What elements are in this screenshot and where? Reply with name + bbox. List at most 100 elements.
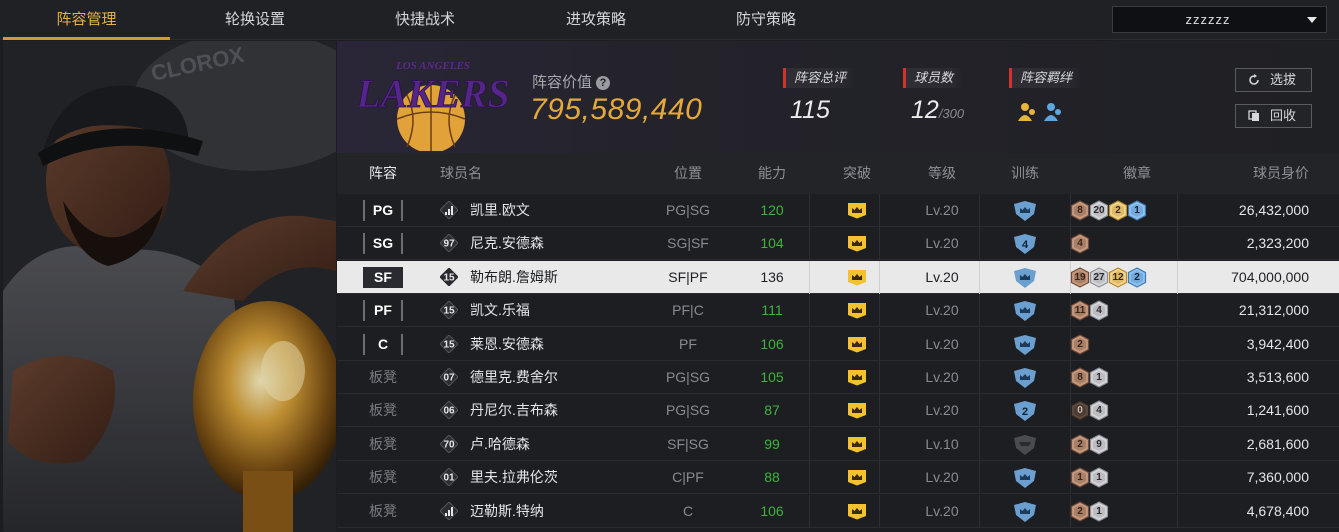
column-divider [879,361,880,394]
breakthrough-crown-icon[interactable] [847,469,867,486]
training-badge-icon[interactable] [1012,334,1038,356]
bench-slot-label[interactable]: 板凳 [363,361,403,394]
bond-icons[interactable] [1015,99,1075,125]
team-select-dropdown[interactable]: zzzzzz [1112,6,1327,33]
badge-silver[interactable]: 27 [1089,267,1109,288]
training-badge-icon[interactable] [1012,467,1038,489]
training-badge-icon[interactable] [1012,367,1038,389]
badge-count: 2 [1077,505,1083,517]
table-row[interactable]: PG 凯里.欧文 PG|SG 120 Lv.20 8 20 2 1 26,432,000 [337,194,1339,227]
tab-lineup[interactable]: 阵容管理 [3,0,170,40]
roster-table: 阵容 球员名 位置 能力 突破 等级 训练 徽章 球员身价 PG 凯里.欧文 PG|… [337,153,1339,532]
player-name[interactable]: 德里克.费舍尔 [470,361,558,394]
badge-gold[interactable]: 2 [1108,200,1128,221]
badge-silver[interactable]: 1 [1089,467,1109,488]
badge-count: 2 [1115,205,1121,216]
badge-silver[interactable]: 1 [1089,500,1109,522]
badge-blue[interactable]: 2 [1127,267,1147,288]
breakthrough-crown-icon[interactable] [847,269,867,286]
training-badge-icon[interactable]: 2 [1012,400,1038,422]
lineup-slot-badge[interactable]: SG [363,233,403,255]
badge-bronze[interactable]: 11 [1070,300,1090,321]
question-icon[interactable]: ? [596,76,611,90]
breakthrough-crown-icon[interactable] [847,235,867,252]
badge-silver[interactable]: 4 [1089,300,1109,321]
badge-bronze[interactable]: 4 [1070,233,1090,255]
training-badge-icon[interactable] [1012,267,1038,289]
tab-rotation[interactable]: 轮换设置 [170,0,340,40]
breakthrough-crown-icon[interactable] [847,436,867,453]
badge-bronze[interactable]: 1 [1070,467,1090,488]
badge-gold[interactable]: 12 [1108,267,1128,288]
badge-blue[interactable]: 1 [1127,200,1147,221]
table-row[interactable]: SG 97 尼克.安德森 SG|SF 104 Lv.20 4 4 2,323,200 [337,227,1339,261]
training-level: 4 [1022,239,1029,251]
breakthrough-crown-icon[interactable] [847,202,867,219]
badge-silver[interactable]: 20 [1089,200,1109,221]
badge-silver[interactable]: 9 [1089,434,1109,455]
copy-icon [1248,110,1259,121]
lineup-value-label: 阵容价值? [532,71,611,92]
player-name[interactable]: 勒布朗.詹姆斯 [470,261,558,294]
table-row[interactable]: 板凳 01 里夫.拉弗伦茨 C|PF 88 Lv.20 1 1 7,360,000 [337,461,1339,495]
table-row[interactable]: 板凳 迈勒斯.特纳 C 106 Lv.20 2 1 4,678,400 [337,494,1339,528]
badge-dark[interactable]: 0 [1070,400,1090,422]
breakthrough-crown-icon[interactable] [847,369,867,386]
training-badge-icon[interactable] [1012,434,1038,456]
bench-slot-label[interactable]: 板凳 [363,461,403,494]
player-name[interactable]: 里夫.拉弗伦茨 [470,461,558,494]
select-button[interactable]: 选拔 [1235,68,1312,92]
badge-bronze[interactable]: 19 [1070,267,1090,288]
player-name[interactable]: 丹尼尔.吉布森 [470,394,558,427]
bench-slot-label[interactable]: 板凳 [363,394,403,427]
breakthrough-crown-icon[interactable] [847,336,867,353]
player-name[interactable]: 尼克.安德森 [470,227,544,260]
badge-bronze[interactable]: 2 [1070,434,1090,455]
lineup-slot-badge[interactable]: SF [363,266,403,288]
table-row[interactable]: 板凳 06 丹尼尔.吉布森 PG|SG 87 Lv.20 2 0 4 1,241,600 [337,394,1339,428]
bench-slot-label[interactable]: 板凳 [363,495,403,528]
badge-silver[interactable]: 1 [1089,367,1109,388]
training-badge-icon[interactable] [1012,501,1038,523]
lineup-slot-badge[interactable]: C [363,333,403,355]
player-ability: 87 [764,402,780,419]
player-name[interactable]: 凯文.乐福 [470,294,530,327]
breakthrough-crown-icon[interactable] [847,503,867,520]
tab-defense-strategy[interactable]: 防守策略 [682,0,850,40]
breakthrough-crown-icon[interactable] [847,402,867,419]
tab-quick-tactics[interactable]: 快捷战术 [340,0,510,40]
jersey-diamond-icon: 97 [439,233,459,254]
badge-count: 12 [1112,271,1124,283]
table-row[interactable]: PF 15 凯文.乐福 PF|C 111 Lv.20 11 4 21,312,000 [337,294,1339,328]
player-position: PG|SG [665,369,711,385]
training-shield-icon [1014,434,1036,455]
training-shield-icon [1014,368,1036,388]
player-name[interactable]: 迈勒斯.特纳 [470,495,544,528]
training-shield-icon: 4 [1014,234,1036,255]
training-badge-icon[interactable] [1012,300,1038,322]
lineup-slot-badge[interactable]: PG [363,200,403,221]
tab-offense-strategy[interactable]: 进攻策略 [510,0,682,40]
badge-bronze[interactable]: 2 [1070,500,1090,522]
jersey-number: 15 [443,339,455,350]
player-name[interactable]: 莱恩.安德森 [470,328,544,361]
lineup-slot-badge[interactable]: PF [363,300,403,322]
badge-bronze[interactable]: 8 [1070,367,1090,388]
badge-bronze[interactable]: 2 [1070,333,1090,355]
badge-count: 2 [1077,338,1083,350]
badge-bronze[interactable]: 8 [1070,200,1090,221]
training-badge-icon[interactable] [1012,200,1038,222]
table-row[interactable]: 板凳 07 德里克.费舍尔 PG|SG 105 Lv.20 8 1 3,513,600 [337,361,1339,394]
table-row[interactable]: C 15 莱恩.安德森 PF 106 Lv.20 2 3,942,400 [337,327,1339,361]
bench-slot-label[interactable]: 板凳 [363,428,403,461]
badge-silver[interactable]: 4 [1089,400,1109,422]
table-row[interactable]: 板凳 70 卢.哈德森 SF|SG 99 Lv.10 2 9 2,681,600 [337,427,1339,461]
table-row[interactable]: SF 15 勒布朗.詹姆斯 SF|PF 136 Lv.20 19 27 12 2 704,000,0… [337,260,1339,294]
crown-icon [848,503,866,520]
jersey-number-icon: 15 [439,267,459,287]
player-name[interactable]: 卢.哈德森 [470,428,530,461]
breakthrough-crown-icon[interactable] [847,302,867,319]
training-badge-icon[interactable]: 4 [1012,233,1038,255]
recycle-button[interactable]: 回收 [1235,104,1312,128]
player-name[interactable]: 凯里.欧文 [470,194,530,227]
